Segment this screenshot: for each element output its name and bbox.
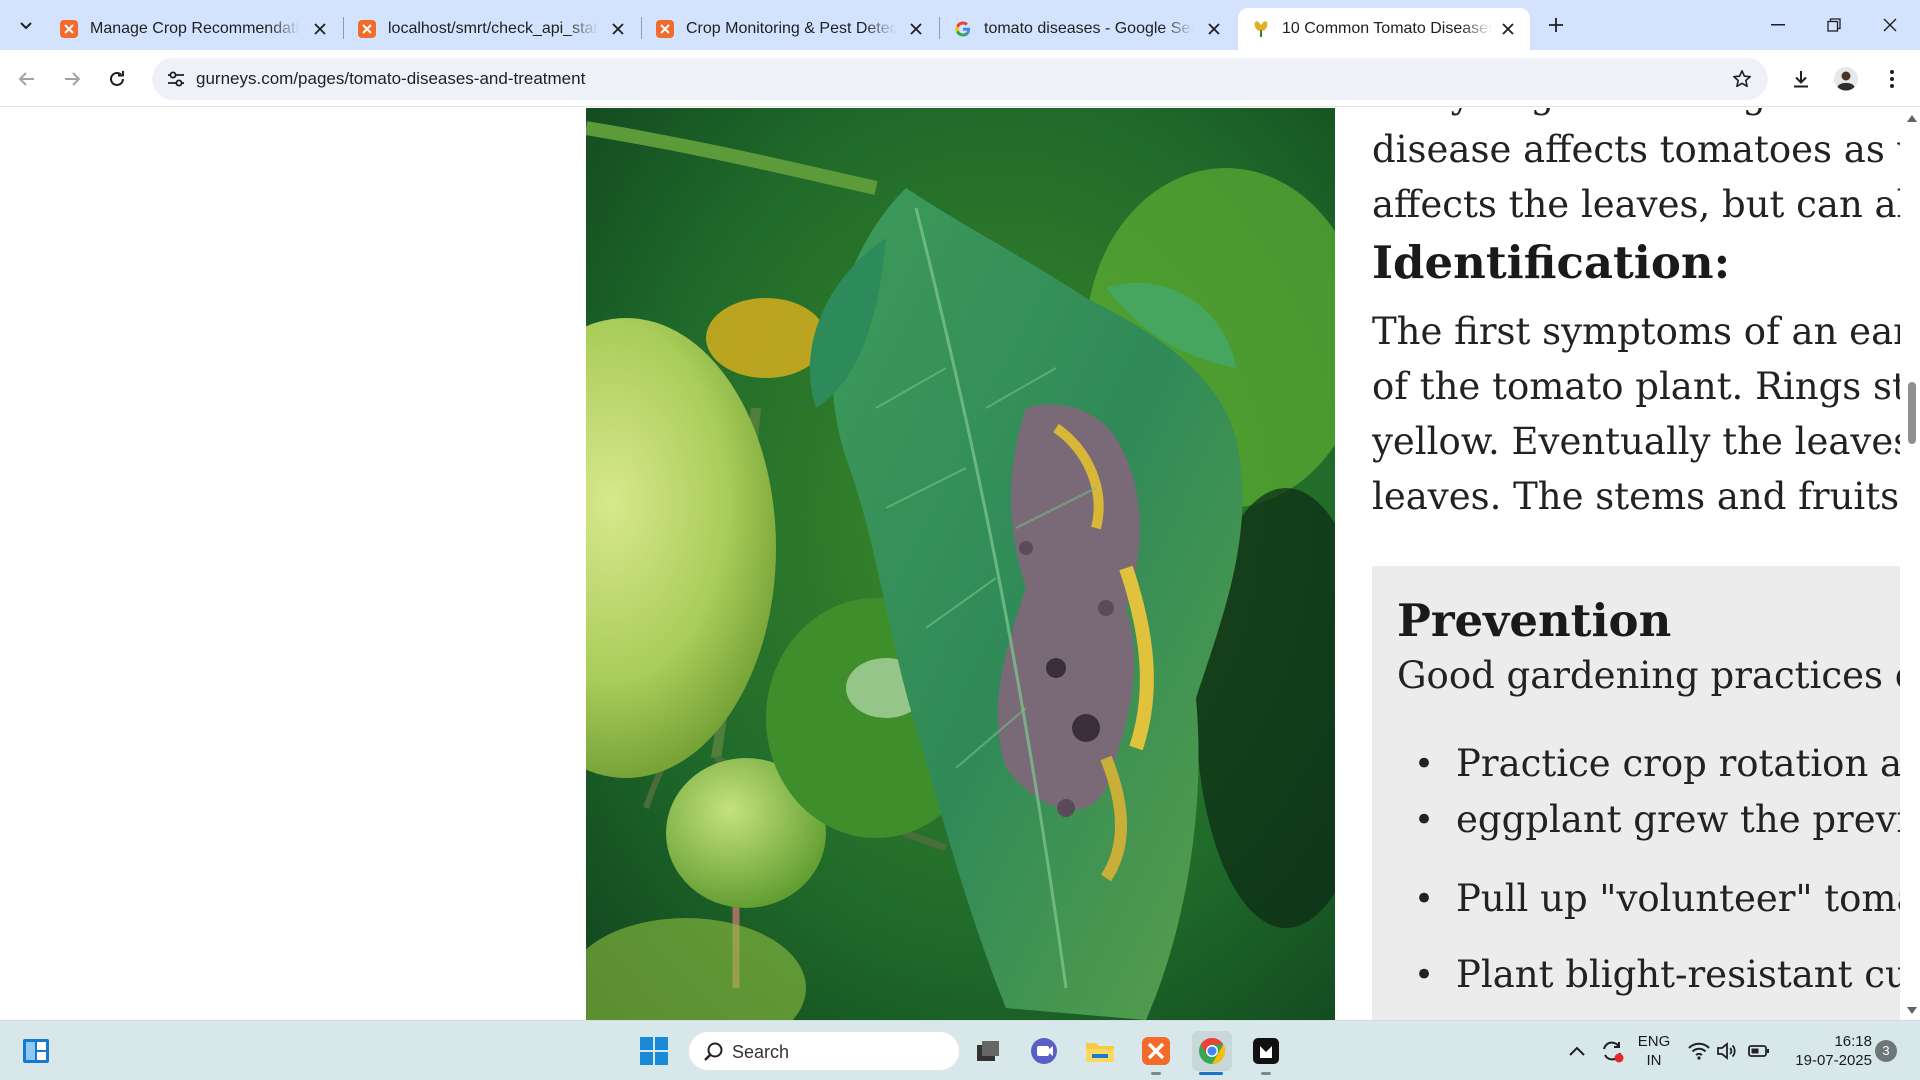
prevention-heading: Prevention [1397, 594, 1672, 647]
identification-heading: Identification: [1372, 236, 1731, 289]
new-tab-button[interactable] [1542, 11, 1570, 39]
article-column: Early blight is a fungal disease affects… [1372, 108, 1900, 1020]
browser-toolbar: gurneys.com/pages/tomato-diseases-and-tr… [0, 50, 1920, 107]
address-bar[interactable]: gurneys.com/pages/tomato-diseases-and-tr… [152, 58, 1768, 100]
scrollbar-thumb[interactable] [1908, 382, 1916, 444]
partial-line-cut-off: Early blight is a fungal [1372, 108, 1800, 122]
taskbar-search-box[interactable]: Search [688, 1031, 960, 1071]
google-icon [954, 20, 972, 38]
bullet-line: Plant blight-resistant cu [1456, 953, 1900, 996]
volume-icon[interactable] [1712, 1031, 1742, 1071]
clock[interactable]: 16:18 19-07-2025 [1780, 1032, 1872, 1070]
tomato-leaf-blight-photo [586, 108, 1335, 1020]
prevention-box: Prevention Good gardening practices can … [1372, 566, 1900, 1020]
back-button[interactable] [10, 62, 44, 96]
close-icon[interactable] [608, 19, 628, 39]
terminal-app-icon[interactable] [1246, 1031, 1286, 1071]
clock-date: 19-07-2025 [1795, 1052, 1872, 1069]
close-icon[interactable] [310, 19, 330, 39]
scroll-down-arrow-icon[interactable] [1907, 1006, 1917, 1016]
scroll-up-arrow-icon[interactable] [1907, 113, 1917, 123]
search-label: Search [732, 1042, 790, 1062]
close-icon[interactable] [906, 19, 926, 39]
tab-title: localhost/smrt/check_api_states [388, 20, 598, 37]
download-icon[interactable] [1784, 62, 1818, 96]
prevention-bullet: Practice crop rotation an [1414, 736, 1900, 792]
article-line: yellow. Eventually the leaves tur [1372, 420, 1900, 463]
region-code: IN [1646, 1052, 1662, 1069]
running-indicator [1151, 1072, 1161, 1075]
chrome-taskbar-icon[interactable] [1192, 1031, 1232, 1071]
tab-title: tomato diseases - Google Search [984, 20, 1194, 37]
start-button[interactable] [634, 1031, 674, 1071]
gurneys-icon [1252, 20, 1270, 38]
xampp-taskbar-icon[interactable] [1136, 1031, 1176, 1071]
article-line: affects the leaves, but can also d [1372, 183, 1900, 226]
windows-taskbar: Search ENG IN 16:18 19-07-2025 3 [0, 1020, 1920, 1080]
teams-chat-icon[interactable] [1024, 1031, 1064, 1071]
prevention-intro: Good gardening practices can [1397, 654, 1900, 697]
task-view-icon[interactable] [968, 1031, 1008, 1071]
tab-title: Manage Crop Recommendation [90, 20, 300, 37]
bullet-line: Pull up "volunteer" toma [1456, 877, 1900, 920]
xampp-icon [656, 20, 674, 38]
tab-tomato-diseases-active[interactable]: 10 Common Tomato Diseases Treatment [1238, 8, 1530, 50]
wifi-icon[interactable] [1684, 1031, 1714, 1071]
battery-icon[interactable] [1744, 1031, 1774, 1071]
close-window-button[interactable] [1862, 0, 1918, 50]
tab-title: Crop Monitoring & Pest Detection [686, 20, 896, 37]
page-content: Early blight is a fungal disease affects… [0, 108, 1920, 1020]
tab-crop-monitoring[interactable]: Crop Monitoring & Pest Detection [642, 8, 938, 50]
page-scrollbar[interactable] [1904, 108, 1920, 1020]
article-line: disease affects tomatoes as well [1372, 128, 1900, 171]
active-indicator [1199, 1072, 1223, 1075]
article-line: The first symptoms of an early [1372, 310, 1900, 353]
minimize-button[interactable] [1750, 0, 1806, 50]
tab-strip: Manage Crop Recommendation localhost/smr… [0, 0, 1920, 50]
search-icon [703, 1041, 725, 1068]
profile-avatar[interactable] [1829, 62, 1863, 96]
restore-button[interactable] [1806, 0, 1862, 50]
close-icon[interactable] [1204, 19, 1224, 39]
url-text[interactable]: gurneys.com/pages/tomato-diseases-and-tr… [196, 69, 585, 89]
prevention-bullet: Plant blight-resistant cu [1414, 947, 1900, 1003]
notification-badge[interactable]: 3 [1875, 1040, 1897, 1062]
forward-button[interactable] [55, 62, 89, 96]
close-icon[interactable] [1498, 19, 1518, 39]
chevron-up-icon[interactable] [1562, 1031, 1592, 1071]
article-line: of the tomato plant. Rings start [1372, 365, 1900, 408]
language-indicator[interactable]: ENG IN [1636, 1032, 1672, 1070]
bookmark-star-icon[interactable] [1730, 67, 1754, 91]
running-indicator [1261, 1072, 1271, 1075]
tab-search-dropdown-icon[interactable] [12, 12, 40, 40]
xampp-icon [60, 20, 78, 38]
tab-manage-crop[interactable]: Manage Crop Recommendation [46, 8, 342, 50]
sync-icon[interactable] [1594, 1031, 1630, 1071]
language-code: ENG [1637, 1033, 1671, 1050]
prevention-bullet: Pull up "volunteer" toma [1414, 871, 1900, 927]
bullet-line: Practice crop rotation an [1456, 742, 1900, 785]
file-explorer-icon[interactable] [1080, 1031, 1120, 1071]
widgets-icon[interactable] [16, 1031, 56, 1071]
prevention-bullet-continuation: eggplant grew the previo [1414, 792, 1900, 848]
clock-time: 16:18 [1834, 1033, 1872, 1050]
site-info-icon[interactable] [162, 65, 190, 93]
article-line: leaves. The stems and fruits ma [1372, 475, 1900, 518]
xampp-icon [358, 20, 376, 38]
reload-button[interactable] [100, 62, 134, 96]
tab-check-api-states[interactable]: localhost/smrt/check_api_states [344, 8, 640, 50]
bullet-line: eggplant grew the previo [1456, 798, 1900, 841]
tab-title: 10 Common Tomato Diseases Treatment [1282, 20, 1492, 37]
tab-google-search[interactable]: tomato diseases - Google Search [940, 8, 1236, 50]
browser-menu-icon[interactable] [1875, 62, 1909, 96]
